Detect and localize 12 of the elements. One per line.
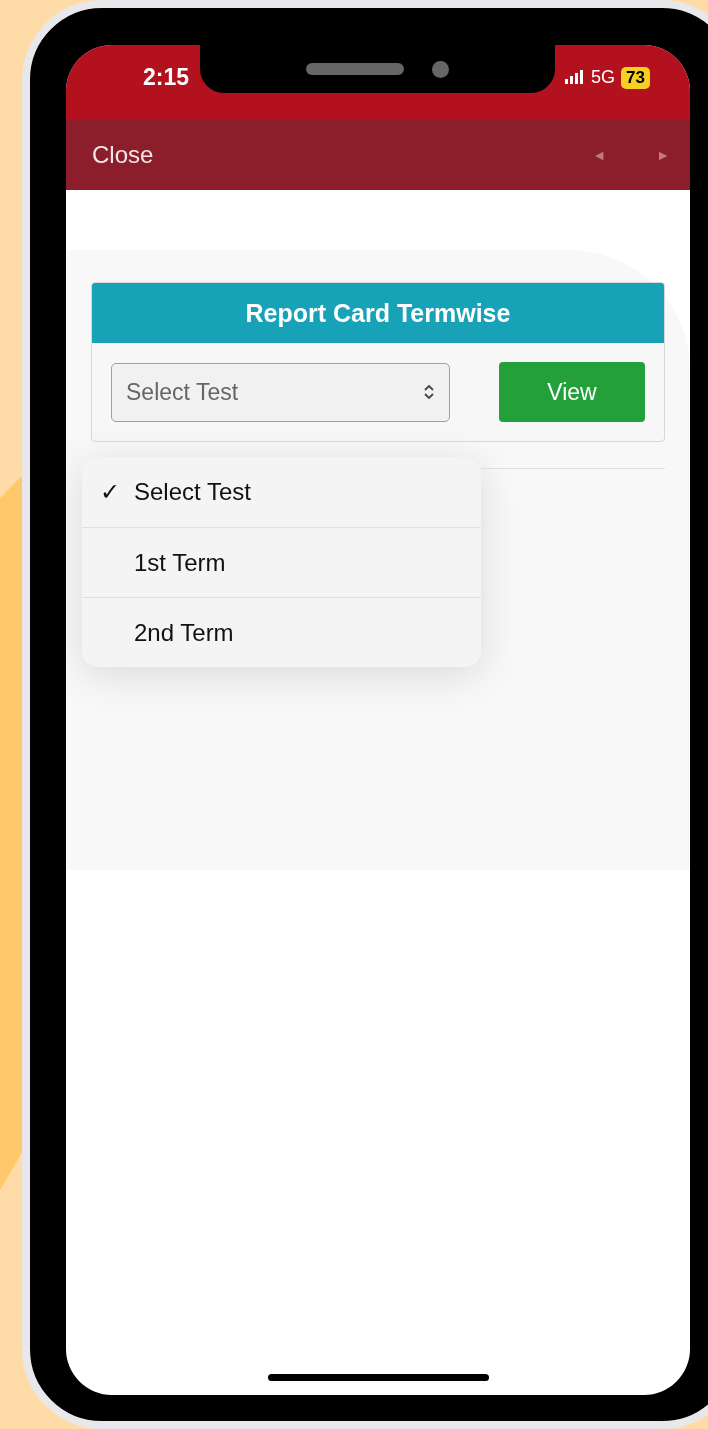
network-label: 5G [591, 67, 616, 88]
chevron-updown-icon [423, 383, 435, 401]
test-select[interactable]: Select Test [111, 362, 450, 422]
signal-icon [565, 69, 586, 84]
checkmark-icon: ✓ [100, 478, 124, 506]
battery-indicator: 73 [621, 66, 650, 89]
close-button[interactable]: Close [92, 141, 154, 169]
dropdown-option[interactable]: ✓ Select Test [82, 457, 481, 527]
card-title: Report Card Termwise [245, 298, 511, 328]
status-time: 2:15 [143, 64, 190, 91]
dropdown-option[interactable]: 2nd Term [82, 597, 481, 667]
dropdown-option[interactable]: 1st Term [82, 527, 481, 597]
